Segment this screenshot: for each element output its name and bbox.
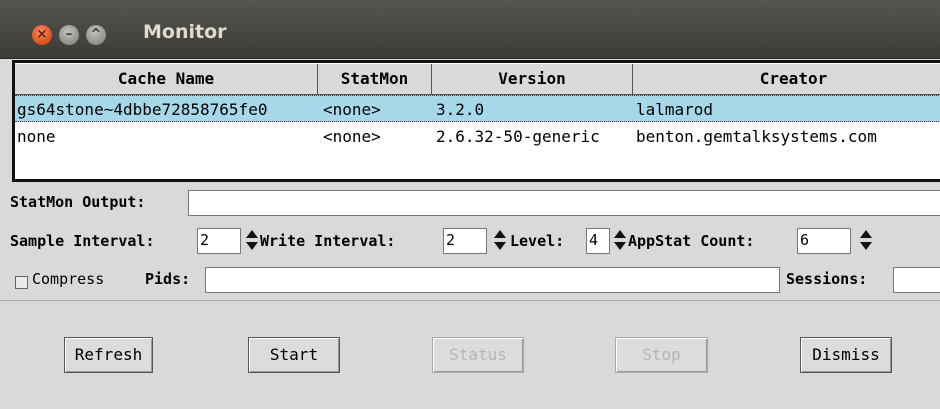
pids-field[interactable] [205,267,780,293]
maximize-icon[interactable]: ^ [86,25,106,45]
cell-version: 2.6.32-50-generic [436,127,600,146]
sessions-field[interactable] [893,267,940,293]
statmon-output-field[interactable] [188,190,940,216]
minimize-icon[interactable]: – [59,25,79,45]
cell-creator: benton.gemtalksystems.com [636,127,877,146]
sessions-label: Sessions: [786,270,868,288]
appstat-count-spinner[interactable] [858,228,872,254]
spin-down-icon[interactable] [860,242,872,250]
table-row[interactable]: gs64stone~4dbbe72858765fe0 <none> 3.2.0 … [15,95,940,122]
spin-up-icon[interactable] [860,230,872,238]
close-icon[interactable]: × [32,25,52,45]
column-header-creator[interactable]: Creator [633,64,940,95]
refresh-button[interactable]: Refresh [64,337,153,373]
sample-interval-spinner[interactable] [244,228,258,254]
spin-down-icon[interactable] [614,242,626,250]
appstat-count-label: AppStat Count: [628,232,755,250]
column-header-statmon[interactable]: StatMon [318,64,432,95]
sample-interval-label: Sample Interval: [10,232,155,250]
compress-label: Compress [32,270,105,288]
write-interval-input[interactable]: 2 [443,228,487,254]
cell-statmon: <none> [323,100,381,119]
spin-up-icon[interactable] [614,230,626,238]
spin-down-icon[interactable] [246,242,258,250]
cache-table: Cache Name StatMon Version Creator gs64s… [12,60,940,182]
level-input[interactable]: 4 [586,228,610,254]
compress-checkbox[interactable] [15,276,28,289]
spin-up-icon[interactable] [494,230,506,238]
title-bar: × – ^ Monitor [0,0,940,59]
status-button[interactable]: Status [432,337,524,373]
pids-label: Pids: [145,270,191,288]
dismiss-button[interactable]: Dismiss [800,337,892,373]
write-interval-spinner[interactable] [492,228,506,254]
write-interval-label: Write Interval: [260,232,396,250]
column-header-cache-name[interactable]: Cache Name [15,64,318,95]
cell-cache-name: none [17,127,56,146]
window-title: Monitor [143,21,227,43]
appstat-count-input[interactable]: 6 [797,228,851,254]
spin-down-icon[interactable] [494,242,506,250]
stop-button[interactable]: Stop [615,337,708,373]
cell-version: 3.2.0 [436,100,485,119]
column-header-version[interactable]: Version [432,64,633,95]
cell-creator: lalmarod [636,100,714,119]
start-button[interactable]: Start [248,337,340,373]
level-label: Level: [510,232,565,250]
sample-interval-input[interactable]: 2 [197,228,241,254]
monitor-window: × – ^ Monitor Cache Name StatMon Version… [0,0,940,409]
spin-up-icon[interactable] [246,230,258,238]
statmon-output-label: StatMon Output: [10,193,146,211]
level-spinner[interactable] [612,228,626,254]
cell-cache-name: gs64stone~4dbbe72858765fe0 [17,100,268,119]
cell-statmon: <none> [323,127,381,146]
table-row[interactable]: none <none> 2.6.32-50-generic benton.gem… [15,123,940,150]
